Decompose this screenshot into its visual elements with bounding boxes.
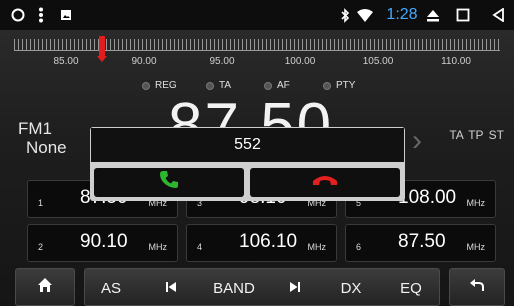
preset-6[interactable]: 6 87.50 MHz <box>345 224 496 262</box>
scale-label: 105.00 <box>362 56 394 67</box>
scale-label: 85.00 <box>53 56 79 67</box>
skip-previous-icon <box>165 280 177 297</box>
answer-call-button[interactable] <box>94 168 244 197</box>
skip-next-icon <box>289 280 301 297</box>
preset-frequency: 90.10 <box>80 231 128 252</box>
tuner-scale[interactable]: 85.00 90.00 95.00 100.00 105.00 110.00 <box>14 36 500 72</box>
eject-icon[interactable] <box>424 0 442 30</box>
scale-label: 90.00 <box>131 56 157 67</box>
home-circle-icon[interactable] <box>6 0 30 30</box>
preset-number: 2 <box>38 242 44 252</box>
recents-square-icon[interactable] <box>454 0 472 30</box>
preset-frequency: 87.50 <box>398 231 446 252</box>
preset-number: 4 <box>197 242 203 252</box>
indicator-dot <box>264 81 272 90</box>
back-triangle-icon[interactable] <box>489 0 507 30</box>
indicator-dot <box>323 81 331 90</box>
station-name: None <box>26 138 67 157</box>
indicator-dot <box>206 81 214 90</box>
wifi-icon <box>356 0 374 30</box>
pty-label: PTY <box>336 80 356 91</box>
preset-unit: MHz <box>307 242 327 252</box>
as-button[interactable]: AS <box>85 269 137 306</box>
scale-label: 100.00 <box>284 56 316 67</box>
indicator-dot <box>142 81 150 90</box>
home-button[interactable] <box>15 268 75 306</box>
next-button[interactable] <box>269 269 321 306</box>
home-icon <box>37 277 53 298</box>
preset-unit: MHz <box>148 242 168 252</box>
preset-number: 1 <box>38 198 44 208</box>
caller-number: 552 <box>91 128 404 162</box>
return-button[interactable] <box>449 268 505 306</box>
bluetooth-icon <box>338 0 352 30</box>
band-button[interactable]: BAND <box>203 269 265 306</box>
preset-unit: MHz <box>466 242 486 252</box>
scale-label: 110.00 <box>441 56 471 67</box>
preset-unit: MHz <box>466 198 486 208</box>
control-group: AS BAND DX EQ <box>84 268 440 306</box>
band-label: FM1 <box>18 119 52 138</box>
preset-number: 6 <box>356 242 362 252</box>
preset-4[interactable]: 4 106.10 MHz <box>186 224 337 262</box>
tuner-needle[interactable] <box>97 36 107 62</box>
status-bar: 1:28 <box>0 0 514 30</box>
eq-button[interactable]: EQ <box>385 269 437 306</box>
return-icon <box>469 277 485 298</box>
incoming-call-dialog: 552 <box>90 127 405 201</box>
rds-flags: TA TP ST <box>449 128 504 142</box>
tune-right-arrow-icon[interactable]: › <box>412 124 422 158</box>
dx-button[interactable]: DX <box>325 269 377 306</box>
more-vert-icon[interactable] <box>31 0 51 30</box>
prev-button[interactable] <box>145 269 197 306</box>
clock: 1:28 <box>386 6 418 23</box>
preset-frequency: 106.10 <box>239 231 298 252</box>
hang-up-button[interactable] <box>250 168 400 197</box>
scale-line <box>14 50 500 51</box>
image-icon <box>56 0 76 30</box>
bottom-bar: AS BAND DX EQ <box>0 262 514 306</box>
preset-frequency: 108.00 <box>398 187 457 208</box>
phone-hangup-icon <box>312 173 338 192</box>
phone-answer-icon <box>158 169 180 196</box>
scale-label: 95.00 <box>209 56 235 67</box>
preset-2[interactable]: 2 90.10 MHz <box>27 224 178 262</box>
